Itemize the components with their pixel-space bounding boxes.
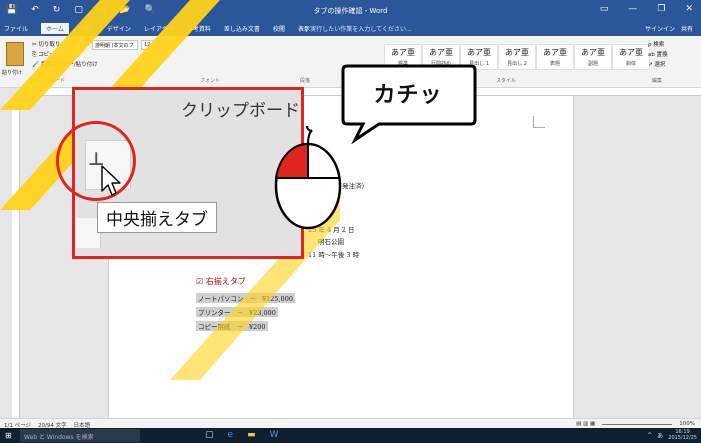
restore-button[interactable]: ❐: [657, 4, 665, 14]
zoomed-clipboard-label: クリップボード: [181, 101, 300, 121]
doc-line: 発注済): [342, 182, 365, 190]
list-item: ノートパソコン → ¥125,000: [196, 293, 295, 303]
mouse-left-click-icon: [274, 126, 342, 230]
style-title[interactable]: あア亜 表題: [536, 44, 574, 70]
cut-button[interactable]: ✂ 切り取り: [32, 40, 98, 50]
explorer-icon[interactable]: ▬: [247, 430, 256, 440]
clipboard-commands: ✂ 切り取り ⎘ コピー 🖌 書式のコピー/貼り付け: [32, 40, 98, 70]
clock[interactable]: 16:19 2015/12/25: [668, 429, 697, 441]
status-bar: 1/1 ページ 20/94 文字 日本語 ▤ ▥ ▦ 100%: [0, 418, 701, 429]
ribbon-tabs: ファイル ホーム 挿入 デザイン レイアウト 参考資料 差し込み文書 校閲 表示…: [0, 22, 701, 36]
paste-button-label[interactable]: 貼り付け: [2, 69, 22, 76]
tab-file[interactable]: ファイル: [4, 24, 28, 34]
tell-me-input[interactable]: ♀ 実行したい作業を入力してください...: [304, 24, 412, 33]
font-size-select[interactable]: 12: [141, 40, 159, 50]
list-item: コピー用紙 → ¥200: [196, 321, 268, 331]
window-controls: ▭ — ❐ ✕: [600, 4, 693, 14]
zoom-level[interactable]: 100%: [679, 421, 695, 427]
windows-taskbar: ⊞ Web と Windows を検索 ▢ e ▬ W ^ あ 16:19 20…: [0, 428, 701, 443]
minimize-button[interactable]: —: [628, 4, 637, 14]
left-gutter: [0, 88, 12, 418]
share-button[interactable]: 共有: [681, 24, 693, 33]
taskbar-search-input[interactable]: Web と Windows を検索: [20, 429, 140, 442]
font-name-select[interactable]: 游明朝 (本文のフ: [92, 40, 138, 50]
font-group-label: フォント: [200, 78, 221, 84]
replace-button[interactable]: ab 置換: [648, 50, 668, 60]
tab-references[interactable]: 参考資料: [187, 24, 211, 34]
word-window: 💾 ↶ ↻ ▢ ▭ 📂 🔍 タブの操作確認 - Word ▭ — ❐ ✕ ファイ…: [0, 0, 701, 443]
doc-line: 11 時～午後 3 時: [308, 251, 360, 259]
clipboard-group-label: クリップボード: [30, 78, 66, 84]
tab-insert[interactable]: 挿入: [82, 24, 94, 34]
doc-line: 明石公園: [318, 238, 344, 246]
system-tray: ^ あ 16:19 2015/12/25: [647, 429, 697, 441]
window-title: タブの操作確認 - Word: [313, 7, 388, 15]
windows-start-icon[interactable]: ⊞: [5, 431, 12, 440]
zoom-slider[interactable]: [602, 423, 673, 425]
crop-mark: [533, 116, 545, 128]
copy-button[interactable]: ⎘ コピー: [32, 50, 98, 60]
tab-type-tooltip: 中央揃えタブ: [97, 202, 217, 233]
styles-group-label: スタイル: [496, 78, 517, 84]
tray-arrow-icon[interactable]: ^: [647, 432, 652, 439]
tab-home[interactable]: ホーム: [41, 23, 69, 34]
edge-icon[interactable]: e: [228, 430, 234, 440]
tab-review[interactable]: 校閲: [273, 24, 285, 34]
style-subtitle[interactable]: あア亜 副題: [574, 44, 612, 70]
tab-mailings[interactable]: 差し込み文書: [224, 24, 260, 34]
close-button[interactable]: ✕: [685, 4, 693, 14]
paste-icon[interactable]: [6, 42, 24, 66]
editing-group-label: 編集: [652, 78, 663, 84]
ime-indicator[interactable]: あ: [657, 431, 663, 440]
section-heading: ☑ 右揃えタブ: [196, 277, 246, 286]
mouse-cursor-icon: [101, 165, 121, 196]
task-view-icon[interactable]: ▢: [205, 430, 214, 440]
tab-design[interactable]: デザイン: [107, 24, 131, 34]
list-item: プリンター → ¥23,000: [196, 307, 278, 317]
ribbon-display-icon[interactable]: ▭: [600, 4, 609, 14]
editing-commands: ρ 検索 ab 置換 ↗ 選択: [648, 40, 668, 70]
paragraph-group-label: 段落: [300, 78, 311, 84]
click-sound-text: カチッ: [373, 83, 443, 108]
view-buttons[interactable]: ▤ ▥ ▦: [576, 421, 595, 427]
title-bar: 💾 ↶ ↻ ▢ ▭ 📂 🔍 タブの操作確認 - Word ▭ — ❐ ✕: [0, 0, 701, 22]
word-app-icon[interactable]: W: [270, 430, 279, 440]
format-painter-button[interactable]: 🖌 書式のコピー/貼り付け: [32, 60, 98, 70]
tab-layout[interactable]: レイアウト: [144, 24, 174, 34]
style-heading-2[interactable]: あア亜 見出し 2: [498, 44, 536, 70]
font-controls: 游明朝 (本文のフ 12: [92, 40, 159, 50]
vertical-ruler[interactable]: [12, 96, 20, 418]
find-button[interactable]: ρ 検索: [648, 40, 668, 50]
select-button[interactable]: ↗ 選択: [648, 60, 668, 70]
sign-in-link[interactable]: サインイン: [645, 24, 675, 33]
style-emphasis[interactable]: あア亜 斜体: [612, 44, 650, 70]
